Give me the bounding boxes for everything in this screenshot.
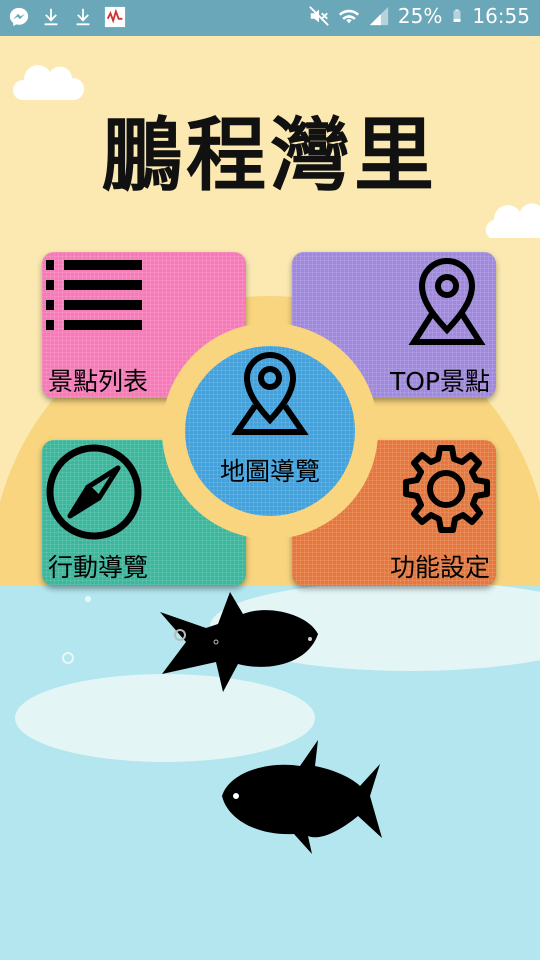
messenger-icon (9, 7, 29, 27)
battery-icon (453, 9, 461, 22)
mute-icon (309, 6, 329, 26)
map-guide-label: 地圖導覽 (219, 457, 320, 486)
location-pin-icon (408, 258, 486, 345)
map-guide-button[interactable]: 地圖導覽 (185, 346, 355, 516)
list-icon (46, 260, 142, 330)
clock: 16:55 (472, 4, 530, 28)
gear-icon (403, 445, 490, 533)
compass-icon (46, 444, 142, 540)
home-screen: 鵬程灣里 景點列表 TOP景點 行動導覽 功能設定 地圖導覽 (0, 36, 540, 960)
wifi-icon (338, 9, 359, 24)
download-icon (76, 8, 90, 26)
status-bar: 25% 16:55 (0, 0, 540, 36)
signal-icon (369, 6, 389, 26)
location-pin-icon (231, 352, 309, 435)
battery-percent: 25% (397, 4, 443, 28)
mobile-navigation-label: 行動導覽 (48, 553, 149, 582)
download-icon (44, 8, 58, 26)
fish-silhouette (222, 740, 382, 854)
attraction-list-label: 景點列表 (48, 367, 149, 396)
top-attractions-label: TOP景點 (389, 367, 490, 396)
fish-silhouette (160, 592, 318, 692)
settings-label: 功能設定 (389, 553, 490, 582)
app-title: 鵬程灣里 (102, 108, 438, 202)
app-thumbnail-icon (104, 6, 126, 28)
